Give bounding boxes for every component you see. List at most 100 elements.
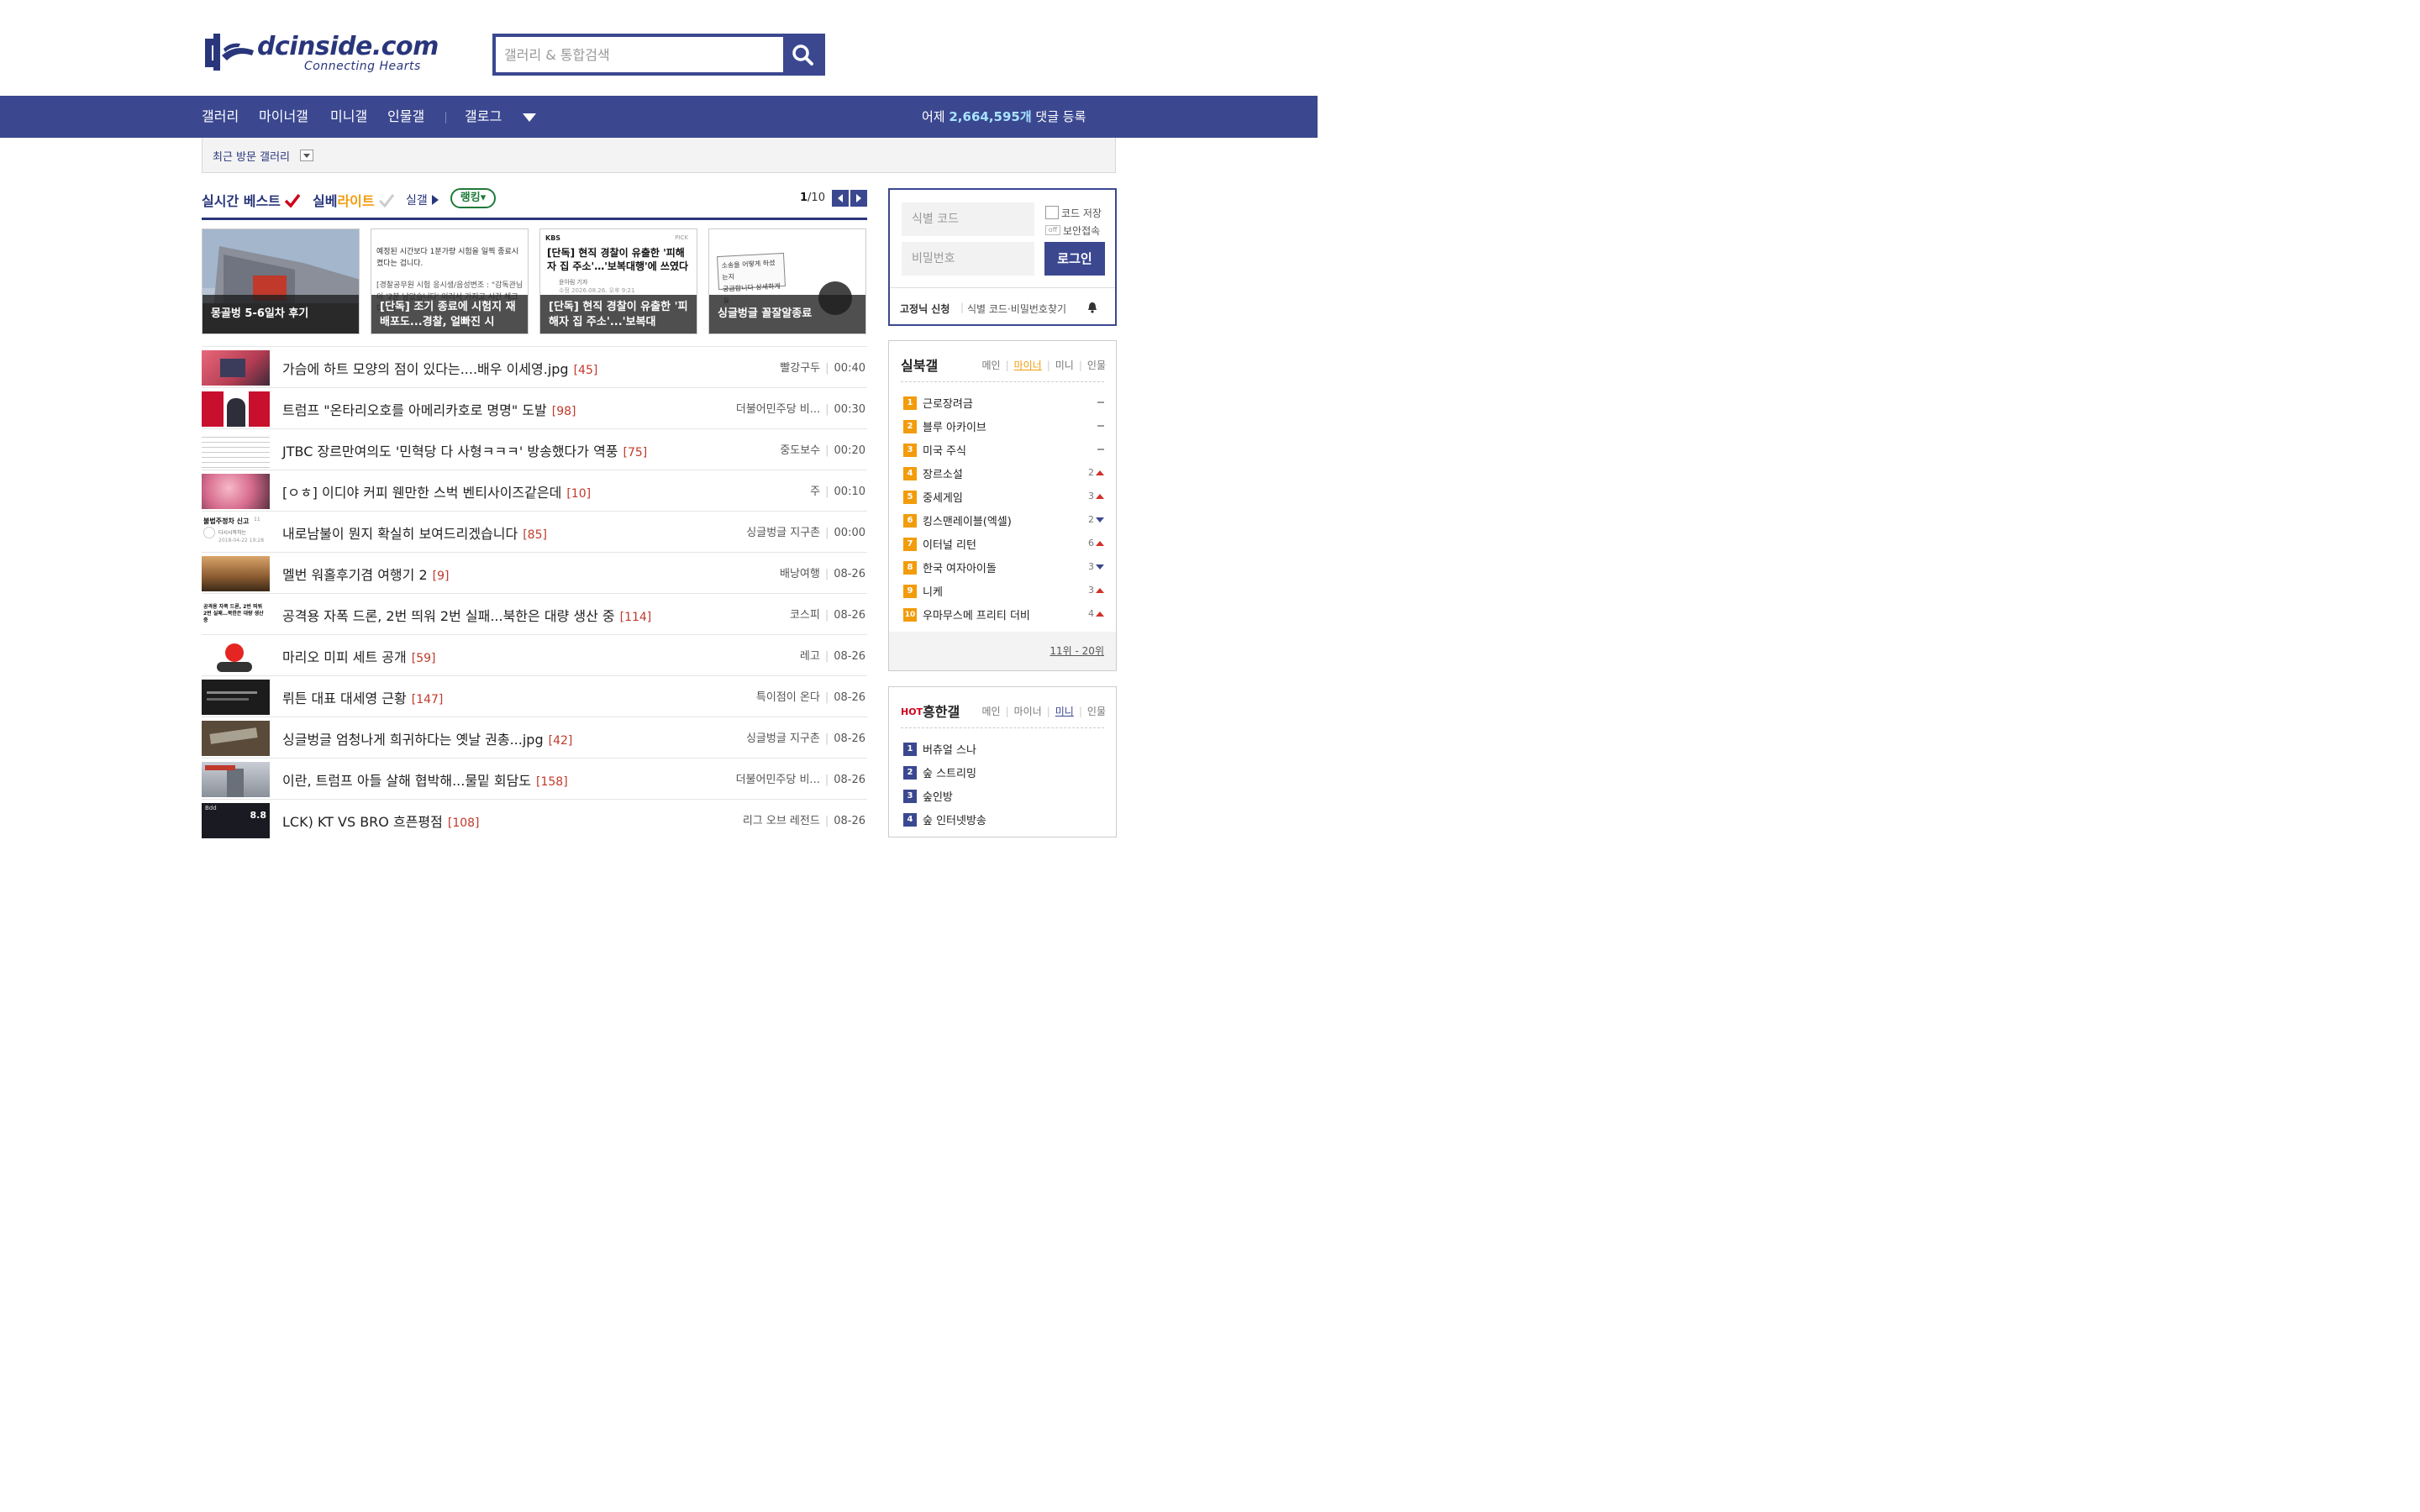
card-caption: 몽골벙 5-6일차 후기: [203, 295, 359, 333]
rank-item[interactable]: 5 중세게임 3: [901, 486, 1104, 509]
nav-dropdown-icon[interactable]: [523, 113, 536, 122]
rank-item[interactable]: 1 근로장려금: [901, 391, 1104, 415]
rank-item[interactable]: 2 블루 아카이브: [901, 415, 1104, 438]
rank-flat-icon: [1097, 402, 1104, 403]
hot-item[interactable]: 1 버츄얼 스나: [901, 738, 1104, 761]
post-thumbnail: [202, 762, 270, 797]
card-snippet-1: 예정된 시간보다 1분가량 시험을 일찍 종료시켰다는 겁니다.: [376, 248, 519, 268]
post-time: 00:30: [834, 403, 865, 416]
stat-count: 2,664,595개: [949, 109, 1032, 124]
search-input[interactable]: [496, 37, 785, 72]
post-author: 더불어민주당 비...: [735, 403, 821, 416]
rank-number: 6: [903, 514, 917, 528]
best-card-3[interactable]: KBS PICK [단독] 현직 경찰이 유출한 '피해자 집 주소'…'보복대…: [539, 228, 697, 334]
rank-more-link[interactable]: 11위 - 20위: [1050, 643, 1104, 658]
ptab-minor[interactable]: 마이너: [1014, 706, 1042, 717]
best-card-2[interactable]: 예정된 시간보다 1분가량 시험을 일찍 종료시켰다는 겁니다. [경찰공무원 …: [371, 228, 529, 334]
prev-page-button[interactable]: [832, 190, 849, 207]
rank-number: 1: [903, 396, 917, 410]
find-account-link[interactable]: 식별 코드·비밀번호찾기: [967, 302, 1066, 316]
best-card-1[interactable]: 몽골벙 5-6일차 후기: [202, 228, 360, 334]
nav-gallog[interactable]: 갤로그: [465, 96, 502, 138]
tab-ranking[interactable]: 랭킹▾: [450, 188, 496, 208]
post-thumbnail: [202, 721, 270, 756]
post-row[interactable]: Bdd 8.8 LCK) KT VS BRO 흐픈평점 [108] 리그 오브 레…: [202, 799, 867, 840]
rank-item[interactable]: 3 미국 주식: [901, 438, 1104, 462]
post-thumbnail: 불법주정차 신고 11 다시시작하는 2018-04-22 19:28: [202, 515, 270, 550]
rank-item[interactable]: 9 니케 3: [901, 580, 1104, 603]
id-code-input[interactable]: [902, 202, 1034, 236]
dcinside-logo[interactable]: dcinside.com Connecting Hearts: [202, 30, 467, 79]
comment-count: [75]: [623, 446, 648, 459]
login-button[interactable]: 로그인: [1044, 242, 1105, 276]
hot-item[interactable]: 2 숲 스트리밍: [901, 761, 1104, 785]
post-row[interactable]: 트럼프 "온타리오호를 아메리카호로 명명" 도발 [98] 더불어민주당 비..…: [202, 387, 867, 428]
panel-tabs: 메인 | 마이너 | 미니 | 인물: [981, 358, 1106, 372]
tab-realtime-best[interactable]: 실시간 베스트: [202, 190, 301, 210]
hot-gallery-panel: HOT흥한갤 메인 | 마이너 | 미니 | 인물 1 버츄얼 스나 2 숲 스트리밍 3 숲인방…: [888, 686, 1117, 837]
nav-mini-gallery[interactable]: 미니갤: [330, 96, 367, 138]
ptab-person[interactable]: 인물: [1087, 360, 1106, 371]
tab-silgal[interactable]: 실갤: [406, 192, 439, 208]
ptab-main[interactable]: 메인: [981, 706, 1000, 717]
post-row[interactable]: [ㅇㅎ] 이디야 커피 웬만한 스벅 벤티사이즈같은데 [10] 주 | 00:10: [202, 470, 867, 511]
post-row[interactable]: 마리오 미피 세트 공개 [59] 레고 | 08-26: [202, 634, 867, 675]
next-page-button[interactable]: [850, 190, 867, 207]
post-title: 이란, 트럼프 아들 살해 협박해...물밑 회담도 [158]: [282, 769, 568, 790]
ptab-mini[interactable]: 미니: [1055, 706, 1074, 717]
rank-change: 3: [1088, 585, 1094, 596]
recent-dropdown-icon[interactable]: [300, 150, 313, 161]
ptab-minor[interactable]: 마이너: [1014, 360, 1042, 371]
footer-divider: |: [960, 302, 965, 313]
ptab-mini[interactable]: 미니: [1055, 360, 1074, 371]
save-code-checkbox[interactable]: [1045, 206, 1059, 219]
join-link[interactable]: 고정닉 신청: [900, 302, 950, 316]
post-row[interactable]: 싱글벙글 엄청나게 희귀하다는 옛날 권총...jpg [42] 싱글벙글 지구촌…: [202, 717, 867, 758]
post-time: 00:10: [834, 486, 865, 498]
rank-name: 숲 스트리밍: [923, 768, 976, 780]
rank-number: 7: [903, 538, 917, 551]
nav-minor-gallery[interactable]: 마이너갤: [259, 96, 308, 138]
bell-icon[interactable]: [1086, 302, 1098, 313]
recent-galleries-label[interactable]: 최근 방문 갤러리: [213, 148, 290, 164]
post-row[interactable]: 이란, 트럼프 아들 살해 협박해...물밑 회담도 [158] 더불어민주당 비…: [202, 758, 867, 799]
meta-divider: |: [824, 774, 829, 786]
hot-item[interactable]: 3 숲인방: [901, 785, 1104, 808]
rank-number: 3: [903, 790, 917, 803]
post-title: LCK) KT VS BRO 흐픈평점 [108]: [282, 811, 480, 831]
post-row[interactable]: 뤼튼 대표 대세영 근황 [147] 특이점이 온다 | 08-26: [202, 675, 867, 717]
rank-item[interactable]: 6 킹스맨레이블(엑셀) 2: [901, 509, 1104, 533]
panel-title: HOT흥한갤: [901, 701, 960, 721]
post-meta: 리그 오브 레전드 | 08-26: [743, 811, 865, 827]
best-tabs: 실시간 베스트 실베라이트 실갤 랭킹▾ 1/10: [202, 186, 867, 220]
nav-person-gallery[interactable]: 인물갤: [387, 96, 424, 138]
secure-toggle[interactable]: off: [1045, 225, 1060, 235]
post-row[interactable]: 가슴에 하트 모양의 점이 있다는....배우 이세영.jpg [45] 빨강구두…: [202, 346, 867, 387]
post-time: 08-26: [834, 568, 865, 580]
best-card-4[interactable]: 소송을 어떻게 하셨는지 궁금합니다 상세하게요 싱글벙글 꼴잘알종료: [708, 228, 866, 334]
search-box: [492, 34, 825, 76]
post-row[interactable]: 공격용 자폭 드론, 2번 띄워 2번 실패…북한은 대량 생산 중 공격용 자…: [202, 593, 867, 634]
post-row[interactable]: JTBC 장르만여의도 '민혁당 다 사형ㅋㅋㅋ' 방송했다가 역풍 [75] 중…: [202, 428, 867, 470]
rank-item[interactable]: 10 우마무스메 프리티 더비 4: [901, 603, 1104, 627]
rank-item[interactable]: 8 한국 여자아이돌 3: [901, 556, 1104, 580]
thumb-avatar: [203, 527, 215, 538]
tab-best-light[interactable]: 실베라이트: [313, 190, 395, 210]
ptab-person[interactable]: 인물: [1087, 706, 1106, 717]
ptab-main[interactable]: 메인: [981, 360, 1000, 371]
hot-item[interactable]: 4 숲 인터넷방송: [901, 808, 1104, 832]
post-row[interactable]: 불법주정차 신고 11 다시시작하는 2018-04-22 19:28 내로남불…: [202, 511, 867, 552]
rank-name: 근로장려금: [923, 398, 973, 411]
card-sketch-note: 소송을 어떻게 하셨는지 궁금합니다 상세하게요: [717, 252, 786, 305]
search-button[interactable]: [783, 37, 822, 72]
rank-item[interactable]: 7 이터널 리턴 6: [901, 533, 1104, 556]
rank-item[interactable]: 4 장르소설 2: [901, 462, 1104, 486]
post-meta: 특이점이 온다 | 08-26: [756, 688, 865, 704]
ptab-divider: |: [1046, 706, 1050, 717]
post-row[interactable]: 멜번 워홀후기겸 여행기 2 [9] 배낭여행 | 08-26: [202, 552, 867, 593]
card-caption: [단독] 조기 종료에 시험지 재배포도...경찰, 얼빠진 시: [371, 295, 528, 333]
meta-divider: |: [825, 403, 829, 416]
post-time: 08-26: [834, 815, 865, 827]
password-input[interactable]: [902, 242, 1034, 276]
nav-gallery[interactable]: 갤러리: [202, 96, 239, 138]
